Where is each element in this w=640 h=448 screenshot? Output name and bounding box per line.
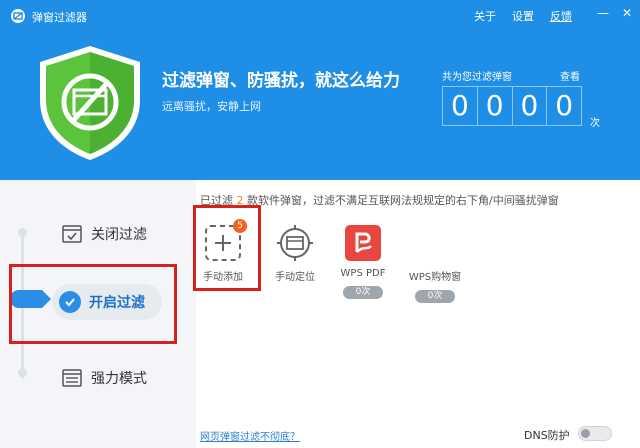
view-link[interactable]: 查看	[560, 68, 580, 83]
dns-toggle[interactable]	[578, 426, 612, 441]
feedback-link[interactable]: 反馈	[550, 8, 572, 24]
hero-subline: 远离骚扰，安静上网	[162, 100, 261, 113]
app-manual-locate[interactable]: 手动定位	[260, 224, 330, 283]
highlight-box-add	[193, 205, 261, 291]
window-check-icon	[62, 225, 82, 243]
shield-icon	[40, 46, 140, 160]
app-logo-icon	[11, 9, 25, 23]
info-suffix: 款软件弹窗，过滤不满足互联网法规规定的右下角/中间骚扰弹窗	[243, 194, 559, 207]
app-count: 0次	[343, 286, 383, 299]
header-banner: 弹窗过滤器 关于 设置 反馈 — ✕ 过滤弹窗、防骚扰，就这么给力 远离骚扰，安…	[0, 0, 640, 180]
minimize-icon[interactable]: —	[596, 6, 610, 20]
app-name: WPS购物窗	[408, 272, 462, 283]
dns-protection-label: DNS防护	[524, 429, 570, 442]
app-count: 0次	[415, 290, 455, 303]
mode-strong[interactable]: 强力模式	[62, 368, 147, 388]
close-icon[interactable]: ✕	[620, 6, 634, 20]
toggle-knob	[581, 429, 590, 438]
rail-dot	[18, 368, 27, 377]
mode-close-filter[interactable]: 关闭过滤	[62, 224, 147, 244]
counter-digit: 0	[478, 87, 513, 125]
web-popup-link[interactable]: 网页弹窗过滤不彻底？	[200, 428, 300, 443]
crosshair-window-icon	[277, 225, 313, 261]
counter-digit: 0	[443, 87, 478, 125]
app-wps-shopping[interactable]: WPS购物窗 0次	[400, 224, 470, 303]
app-name: WPS PDF	[340, 268, 386, 279]
mode-close-filter-label: 关闭过滤	[91, 227, 147, 243]
mode-strong-label: 强力模式	[91, 371, 147, 387]
title-bar: 弹窗过滤器 关于 设置 反馈 — ✕	[0, 0, 640, 32]
filter-count-label: 共为您过滤弹窗	[442, 72, 512, 83]
settings-link[interactable]: 设置	[512, 8, 534, 24]
counter-digit: 0	[513, 87, 548, 125]
filter-counter: 0 0 0 0	[442, 86, 582, 126]
about-link[interactable]: 关于	[474, 8, 496, 24]
wps-pdf-icon	[345, 225, 381, 261]
hero-headline: 过滤弹窗、防骚扰，就这么给力	[162, 71, 400, 91]
rail-dot	[18, 228, 27, 237]
counter-unit: 次	[590, 118, 600, 129]
app-name: 手动定位	[275, 272, 315, 283]
counter-digit: 0	[555, 89, 574, 122]
app-wps-pdf[interactable]: WPS PDF 0次	[328, 224, 398, 299]
app-title: 弹窗过滤器	[32, 11, 87, 24]
highlight-box-mode	[9, 264, 177, 344]
window-stack-icon	[62, 369, 82, 387]
